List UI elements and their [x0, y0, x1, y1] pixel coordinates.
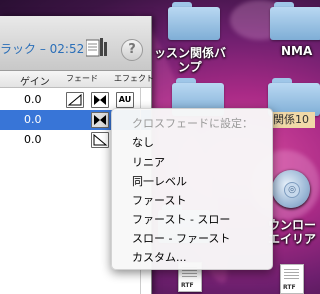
rtf-file-icon[interactable]: RTF	[280, 264, 304, 294]
help-button[interactable]: ?	[121, 39, 143, 61]
menu-item-fast-slow[interactable]: ファースト - スロー	[132, 211, 230, 227]
menu-item-equal-power[interactable]: 同一レベル	[132, 173, 187, 189]
window-titlebar: ラック – 02:52 ?	[0, 16, 151, 71]
crossfade-icon[interactable]	[91, 112, 109, 128]
menu-item-slow-fast[interactable]: スロー - ファースト	[132, 230, 230, 246]
gain-value[interactable]: 0.0	[24, 133, 42, 146]
column-header-fade[interactable]: フェード	[66, 73, 98, 84]
menu-header: クロスフェードに設定：	[132, 117, 253, 130]
crossfade-context-menu: クロスフェードに設定： なし リニア 同一レベル ファースト ファースト - ス…	[111, 108, 273, 270]
folder-icon[interactable]	[270, 2, 320, 40]
effect-au-button[interactable]: AU	[116, 92, 134, 108]
folder-icon[interactable]	[268, 78, 320, 116]
desktop-label[interactable]: NMA	[281, 44, 312, 58]
desktop-tag-label[interactable]: 関係10	[271, 112, 315, 128]
table-row[interactable]: 0.0 AU	[0, 90, 151, 110]
disk-image-badge-icon: ◎	[284, 182, 300, 198]
fade-out-icon[interactable]	[91, 132, 109, 148]
column-header-effect[interactable]: エフェクト	[114, 73, 154, 84]
track-title: ラック – 02:52	[0, 42, 85, 56]
menu-item-custom[interactable]: カスタム...	[132, 249, 187, 265]
menu-item-linear[interactable]: リニア	[132, 154, 165, 170]
crossfade-icon[interactable]	[91, 92, 109, 108]
music-document-icon[interactable]	[86, 38, 108, 58]
column-header-row: ゲイン フェード エフェクト	[0, 71, 154, 88]
folder-icon[interactable]	[168, 2, 220, 40]
gain-value[interactable]: 0.0	[24, 93, 42, 106]
column-header-gain[interactable]: ゲイン	[20, 73, 50, 88]
menu-item-none[interactable]: なし	[132, 134, 154, 150]
desktop-label[interactable]: エイリア	[268, 230, 316, 247]
desktop-label[interactable]: ンプ	[178, 58, 202, 75]
menu-item-fast[interactable]: ファースト	[132, 192, 186, 208]
fade-in-icon[interactable]	[66, 92, 84, 108]
gain-value[interactable]: 0.0	[24, 113, 42, 126]
